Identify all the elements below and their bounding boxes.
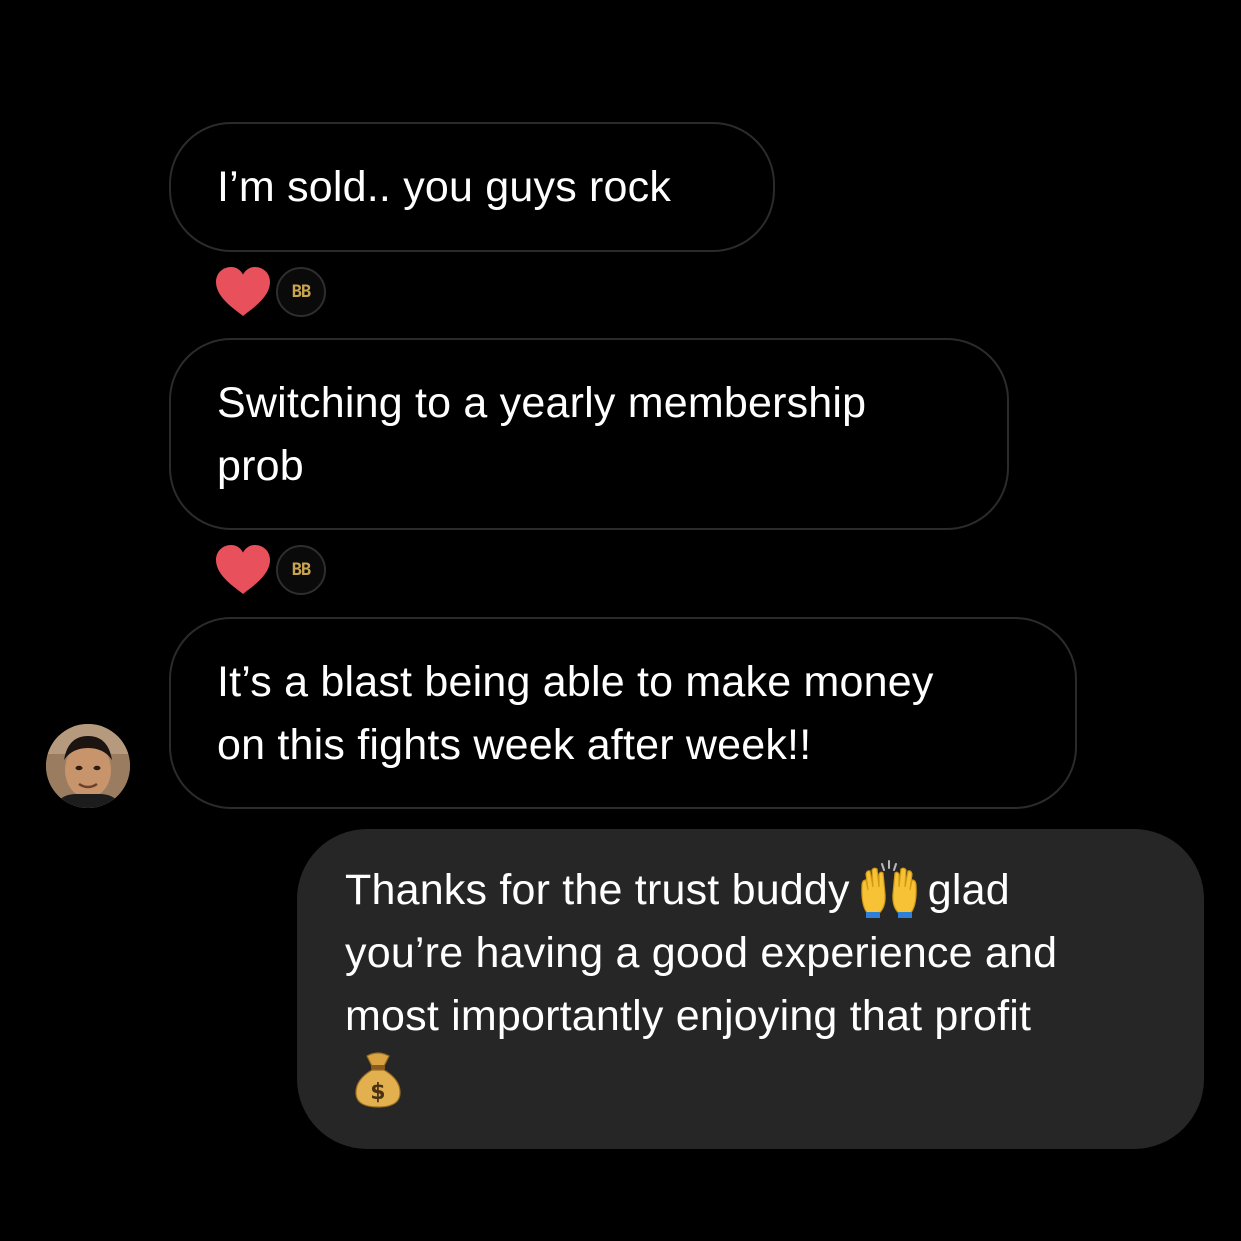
- heart-icon: [216, 545, 270, 594]
- raising-hands-icon: [861, 859, 917, 918]
- message-text-line: on this fights week after week!!: [217, 721, 812, 769]
- message-text-line: prob: [217, 442, 304, 490]
- message-text-line: most importantly enjoying that profit: [345, 992, 1032, 1040]
- message-reactions[interactable]: BB: [214, 266, 334, 318]
- message-text-line: Thanks for the trust buddy glad: [345, 859, 1156, 922]
- message-text-line: $: [345, 1048, 1156, 1126]
- money-bag-icon: $: [355, 1052, 401, 1108]
- received-message-bubble[interactable]: Switching to a yearly membership prob: [169, 338, 1009, 530]
- message-text-line: Switching to a yearly membership: [217, 379, 867, 427]
- svg-text:$: $: [370, 1080, 386, 1105]
- reactor-avatar-badge: BB: [276, 545, 326, 595]
- received-message-bubble[interactable]: It’s a blast being able to make money on…: [169, 617, 1077, 809]
- message-reactions[interactable]: BB: [214, 544, 334, 596]
- reactor-avatar-badge: BB: [276, 267, 326, 317]
- avatar-photo: [46, 724, 130, 808]
- received-message-bubble[interactable]: I’m sold.. you guys rock: [169, 122, 775, 252]
- message-text: I’m sold.. you guys rock: [217, 163, 672, 211]
- message-text-line: It’s a blast being able to make money: [217, 658, 934, 706]
- message-text-line: you’re having a good experience and: [345, 929, 1058, 977]
- chat-thread: I’m sold.. you guys rock BB Switching to…: [0, 0, 1241, 1241]
- heart-icon: [216, 267, 270, 316]
- sent-message-bubble[interactable]: Thanks for the trust buddy glad you’re h…: [297, 829, 1204, 1149]
- contact-avatar[interactable]: [46, 724, 130, 808]
